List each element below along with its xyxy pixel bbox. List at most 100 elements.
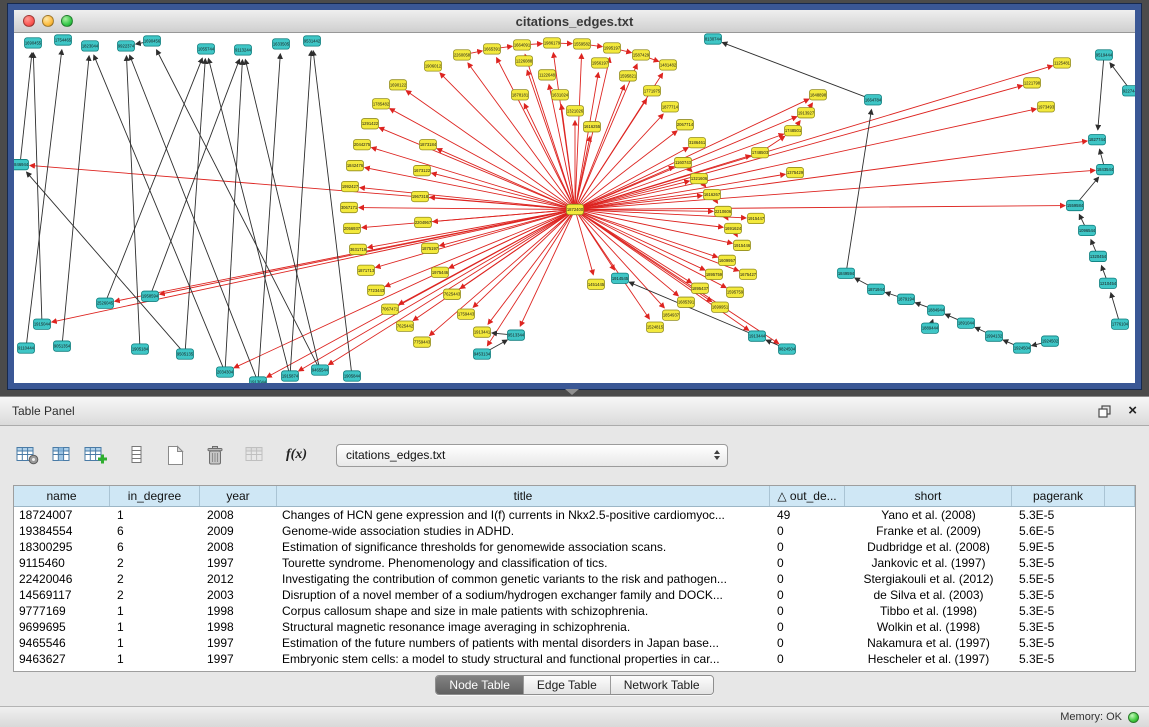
column-header-3[interactable]: title	[277, 486, 770, 506]
network-node[interactable]: 1994132	[986, 331, 1003, 341]
network-node[interactable]: 8130744	[705, 34, 722, 44]
network-node[interactable]: 1924504	[1014, 343, 1031, 353]
network-node[interactable]: 1595759	[727, 287, 744, 297]
create-column-button[interactable]	[80, 444, 111, 466]
network-node[interactable]: 9505135	[177, 349, 194, 359]
import-table-button[interactable]	[241, 444, 271, 466]
network-node[interactable]: 1967318	[412, 191, 429, 201]
float-panel-icon[interactable]	[1098, 405, 1112, 418]
network-node[interactable]: 7759443	[414, 337, 431, 347]
network-node[interactable]: 1884944	[928, 305, 945, 315]
network-node[interactable]: 1877714	[662, 102, 679, 112]
network-node[interactable]: 1958594	[142, 291, 159, 301]
network-node[interactable]: 3631719	[350, 244, 367, 254]
network-node[interactable]: 1889444	[922, 323, 939, 333]
network-node[interactable]: 1673122	[414, 165, 431, 175]
network-node[interactable]: 9824504	[779, 344, 796, 354]
network-node[interactable]: 1690456	[144, 36, 161, 46]
network-node[interactable]: 1878181	[512, 90, 529, 100]
network-node[interactable]: 1973493	[1038, 102, 1055, 112]
column-header-1[interactable]: in_degree	[110, 486, 200, 506]
network-node[interactable]: 1914545	[612, 273, 629, 283]
window-minimize-button[interactable]	[42, 15, 54, 27]
network-node[interactable]: 2034304	[217, 367, 234, 377]
network-node[interactable]: 9519444	[1096, 50, 1113, 60]
tab-node-table[interactable]: Node Table	[436, 676, 524, 694]
table-mode-button[interactable]	[12, 444, 43, 466]
splitter-handle[interactable]	[565, 389, 579, 395]
network-graph[interactable]: 1872400190601216901221785482129142220442…	[14, 33, 1135, 383]
network-node[interactable]: 1616267	[704, 189, 721, 199]
column-header-2[interactable]: year	[200, 486, 277, 506]
network-node[interactable]: 1690455	[25, 38, 42, 48]
network-node[interactable]: 2044275	[354, 139, 371, 149]
network-node[interactable]: 9513344	[508, 330, 525, 340]
network-hub-node[interactable]: 1872400	[567, 204, 584, 214]
network-node[interactable]: 1125481	[1054, 58, 1071, 68]
network-node[interactable]: 1827744	[1089, 135, 1106, 145]
network-node[interactable]: 1748503	[752, 147, 769, 157]
network-node[interactable]: 9531442	[304, 36, 321, 46]
network-node[interactable]: 1122648	[539, 70, 556, 80]
column-header-6[interactable]: pagerank	[1012, 486, 1105, 506]
network-node[interactable]: 2056937	[344, 223, 361, 233]
network-node[interactable]: 7625442	[397, 321, 414, 331]
network-node[interactable]: 2204967	[415, 217, 432, 227]
network-node[interactable]: 9113244	[235, 45, 252, 55]
network-node[interactable]: 1748501	[785, 126, 802, 136]
network-node[interactable]: 1895437	[692, 283, 709, 293]
table-row[interactable]: 969969511998Structural magnetic resonanc…	[14, 619, 1135, 635]
network-node[interactable]: 1776104	[1112, 319, 1129, 329]
network-node[interactable]: 1875197	[422, 243, 439, 253]
table-row[interactable]: 946362711997Embryonic stem cells: a mode…	[14, 651, 1135, 667]
table-row[interactable]: 2242004622012Investigating the contribut…	[14, 571, 1135, 587]
network-node[interactable]: 1691624	[725, 223, 742, 233]
network-node[interactable]: 9110444	[18, 343, 35, 353]
table-row[interactable]: 977716911998Corpus callosum shape and si…	[14, 603, 1135, 619]
network-node[interactable]: 9453134	[474, 349, 491, 359]
rows-button[interactable]	[122, 444, 150, 466]
network-node[interactable]: 2067714	[677, 120, 694, 130]
network-node[interactable]: 3186461	[689, 138, 706, 148]
network-node[interactable]: 1675427	[740, 269, 757, 279]
network-node[interactable]: 7067471	[382, 304, 399, 314]
network-node[interactable]: 3067171	[341, 202, 358, 212]
network-node[interactable]: 1160743	[675, 157, 692, 167]
tab-network-table[interactable]: Network Table	[611, 676, 713, 694]
network-node[interactable]: 1823044	[82, 41, 99, 51]
network-node[interactable]: 1759443	[458, 309, 475, 319]
network-node[interactable]: 9227444	[1123, 86, 1136, 96]
column-header-4[interactable]: △ out_de...	[770, 486, 845, 506]
network-node[interactable]: 1913444	[749, 331, 766, 341]
network-node[interactable]: 1873184	[420, 139, 437, 149]
network-node[interactable]: 7625443	[444, 289, 461, 299]
network-canvas[interactable]: 1872400190601216901221785482129142220442…	[14, 33, 1135, 383]
network-node[interactable]: 1055744	[198, 44, 215, 54]
network-node[interactable]: 1699951	[712, 302, 729, 312]
network-node[interactable]: 1915874	[282, 371, 299, 381]
function-builder-button[interactable]: f(x)	[282, 446, 311, 464]
table-row[interactable]: 1830029562008Estimation of significance …	[14, 539, 1135, 555]
network-node[interactable]: 1524815	[647, 322, 664, 332]
network-node[interactable]: 1913044	[250, 377, 267, 383]
network-node[interactable]: 1785482	[373, 99, 390, 109]
network-node[interactable]: 1895759	[706, 269, 723, 279]
network-node[interactable]: 1995197	[604, 43, 621, 53]
network-node[interactable]: 1913927	[798, 108, 815, 118]
network-node[interactable]: 1226088	[516, 56, 533, 66]
network-node[interactable]: 1664784	[865, 95, 882, 105]
network-node[interactable]: 1451445	[588, 279, 605, 289]
network-node[interactable]: 1871944	[868, 284, 885, 294]
new-table-button[interactable]	[161, 444, 189, 467]
network-node[interactable]: 1633505	[273, 39, 290, 49]
network-node[interactable]: 1906012	[425, 61, 442, 71]
network-node[interactable]: 1096544	[1079, 225, 1096, 235]
network-node[interactable]: 1986179	[544, 38, 561, 48]
network-node[interactable]: 2526045	[97, 298, 114, 308]
network-node[interactable]: 1321026	[567, 106, 584, 116]
network-node[interactable]: 1587429	[633, 50, 650, 60]
network-node[interactable]: 7723443	[368, 285, 385, 295]
network-node[interactable]: 1879194	[898, 294, 915, 304]
network-node[interactable]: 1631024	[552, 90, 569, 100]
network-node[interactable]: 9051354	[54, 341, 71, 351]
